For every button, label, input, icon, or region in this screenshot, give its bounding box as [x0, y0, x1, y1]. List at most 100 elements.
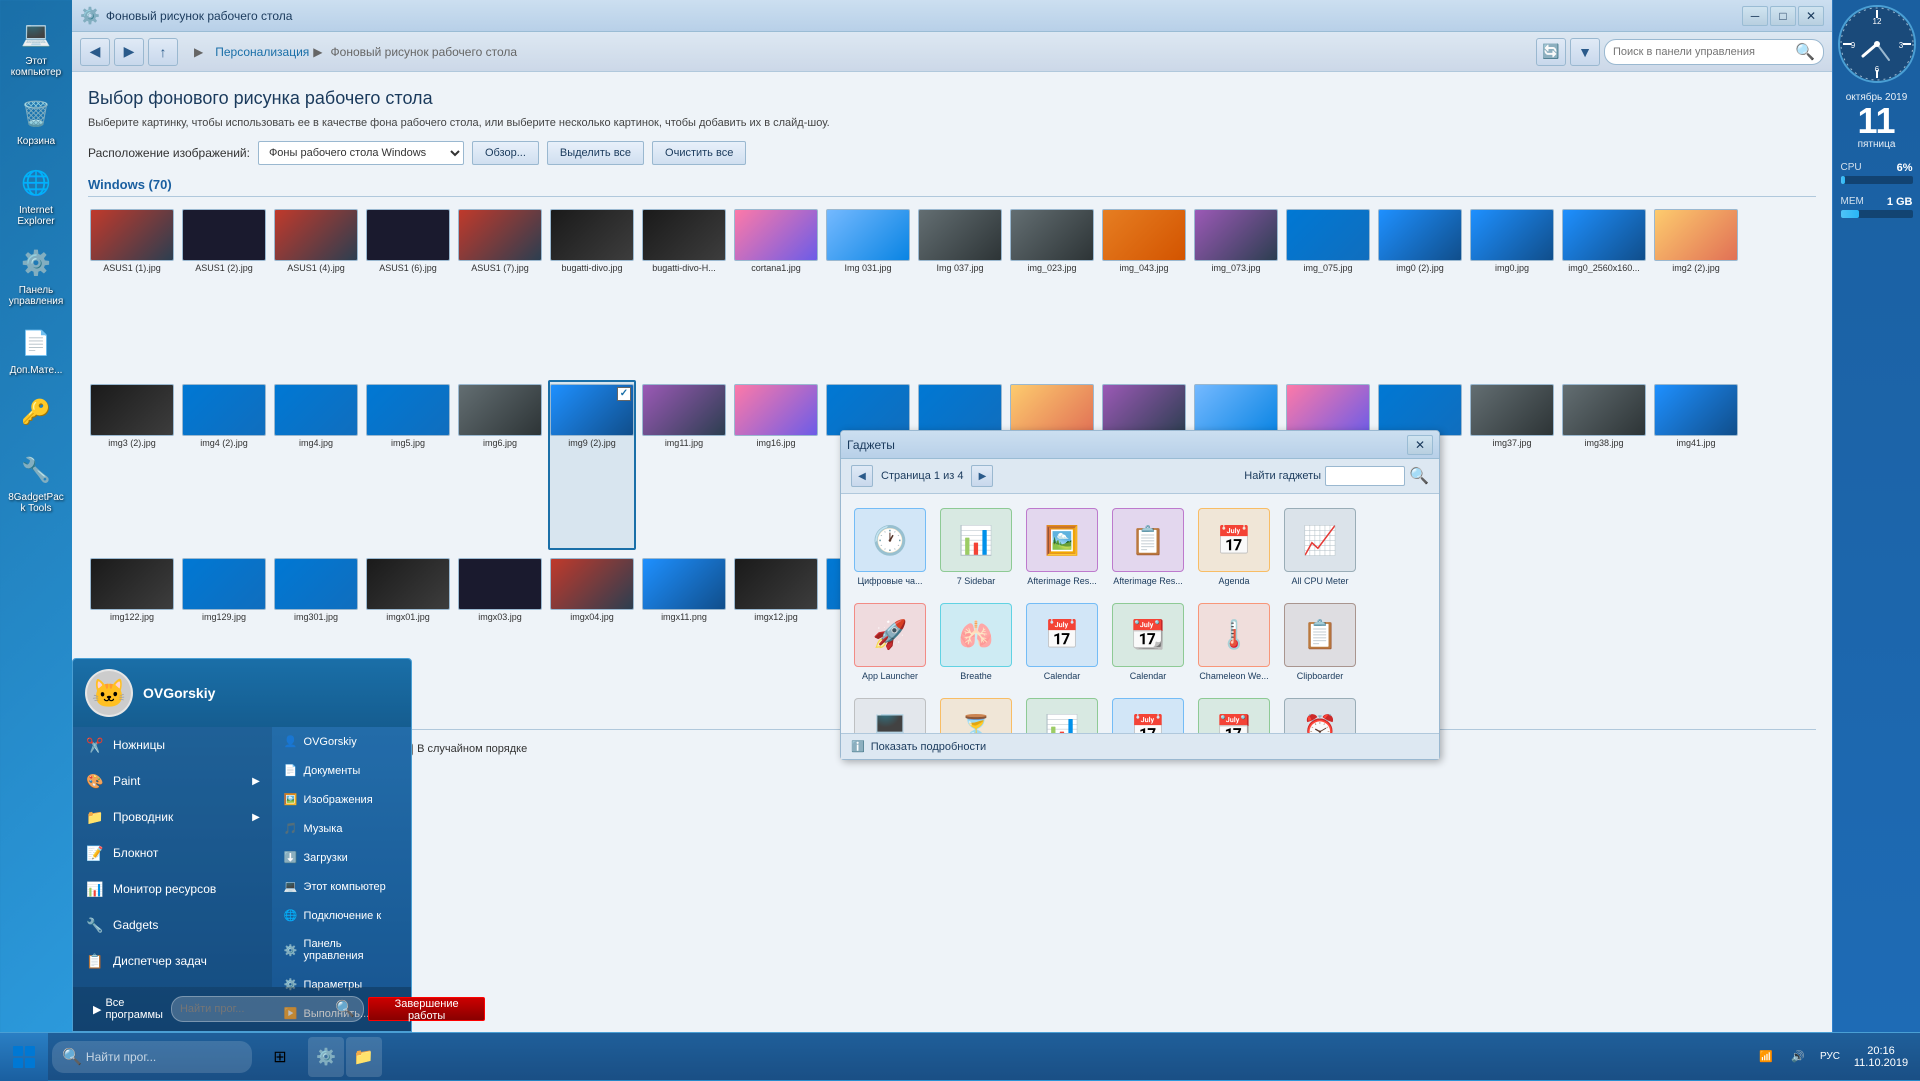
start-item-gadgets[interactable]: 🔧 Gadgets	[73, 907, 272, 943]
tray-network-icon[interactable]: 📶	[1750, 1041, 1782, 1073]
start-item-paint[interactable]: 🎨 Paint ▶	[73, 763, 272, 799]
recent-button[interactable]: ▼	[1570, 38, 1600, 66]
gadgets-search-icon[interactable]: 🔍	[1409, 466, 1429, 486]
image-location-select[interactable]: Фоны рабочего стола Windows	[258, 141, 464, 165]
tray-volume-icon[interactable]: 🔊	[1782, 1041, 1814, 1073]
desktop-icon-ie[interactable]: 🌐 Internet Explorer	[4, 159, 68, 231]
start-right-images[interactable]: 🖼️ Изображения	[272, 785, 411, 814]
wallpaper-item-img0[interactable]: img0.jpg	[1468, 205, 1556, 376]
all-programs-button[interactable]: ▶ Все программы	[85, 993, 171, 1025]
wallpaper-item-imgx04[interactable]: imgx04.jpg	[548, 554, 636, 725]
maximize-button[interactable]: □	[1770, 6, 1796, 26]
tray-clock[interactable]: 20:16 11.10.2019	[1846, 1037, 1916, 1077]
start-search-input[interactable]	[180, 1003, 335, 1015]
wallpaper-item-asus1_6[interactable]: ASUS1 (6).jpg	[364, 205, 452, 376]
gadget-item-controlsystem[interactable]: 🖥️Control System	[851, 694, 929, 733]
gadgets-search-input[interactable]	[1325, 466, 1405, 486]
search-input[interactable]	[1613, 46, 1795, 58]
wallpaper-item-img0_2[interactable]: img0 (2).jpg	[1376, 205, 1464, 376]
gadget-item-clock[interactable]: 🕐Цифровые ча...	[851, 504, 929, 591]
wallpaper-item-asus1_4[interactable]: ASUS1 (4).jpg	[272, 205, 360, 376]
gadgets-close-button[interactable]: ✕	[1407, 435, 1433, 455]
wallpaper-item-asus1_1[interactable]: ASUS1 (1).jpg	[88, 205, 176, 376]
wallpaper-item-asus1_2[interactable]: ASUS1 (2).jpg	[180, 205, 268, 376]
refresh-button[interactable]: 🔄	[1536, 38, 1566, 66]
wallpaper-item-img5[interactable]: img5.jpg	[364, 380, 452, 551]
up-button[interactable]: ↑	[148, 38, 178, 66]
start-right-computer[interactable]: 💻 Этот компьютер	[272, 872, 411, 901]
wallpaper-item-imgx12[interactable]: imgx12.jpg	[732, 554, 820, 725]
start-right-documents[interactable]: 📄 Документы	[272, 756, 411, 785]
select-all-button[interactable]: Выделить все	[547, 141, 644, 165]
task-view-button[interactable]: ⊞	[260, 1037, 300, 1077]
search-icon[interactable]: 🔍	[1795, 42, 1815, 62]
wallpaper-item-bugatti[interactable]: bugatti-divo.jpg	[548, 205, 636, 376]
start-item-taskmgr[interactable]: 📋 Диспетчер задач	[73, 943, 272, 979]
wallpaper-item-img023[interactable]: img_023.jpg	[1008, 205, 1096, 376]
gadget-item-afterimage2[interactable]: 📋Afterimage Res...	[1109, 504, 1187, 591]
gadget-item-calendar2[interactable]: 📆Calendar	[1109, 599, 1187, 686]
tray-lang-icon[interactable]: РУС	[1814, 1041, 1846, 1073]
shutdown-button[interactable]: Завершение работы	[368, 997, 485, 1021]
desktop-icon-docs[interactable]: 📄 Доп.Мате...	[4, 319, 68, 380]
gadget-item-countdown[interactable]: ⏳Countdown	[937, 694, 1015, 733]
wallpaper-item-img4_2[interactable]: img4 (2).jpg	[180, 380, 268, 551]
desktop-icon-keys[interactable]: 🔑	[4, 388, 68, 438]
gadget-item-customcal1[interactable]: 📅Custom Calendar	[1109, 694, 1187, 733]
gadget-item-cpuutil[interactable]: 📊CPU Utilization	[1023, 694, 1101, 733]
start-item-scissors[interactable]: ✂️ Ножницы	[73, 727, 272, 763]
start-item-monitor[interactable]: 📊 Монитор ресурсов	[73, 871, 272, 907]
back-button[interactable]: ◀	[80, 38, 110, 66]
browse-button[interactable]: Обзор...	[472, 141, 539, 165]
wallpaper-item-img37[interactable]: img37.jpg	[1468, 380, 1556, 551]
taskbar-controlpanel-app[interactable]: ⚙️	[308, 1037, 344, 1077]
gadget-item-cpumeter[interactable]: 📈All CPU Meter	[1281, 504, 1359, 591]
gadgets-footer[interactable]: ℹ️ Показать подробности	[841, 733, 1439, 759]
wallpaper-item-imgx03[interactable]: imgx03.jpg	[456, 554, 544, 725]
gadget-item-datetime[interactable]: ⏰Date & Time	[1281, 694, 1359, 733]
start-right-controlpanel[interactable]: ⚙️ Панель управления	[272, 930, 411, 970]
wallpaper-item-img11[interactable]: img11.jpg	[640, 380, 728, 551]
wallpaper-item-img4[interactable]: img4.jpg	[272, 380, 360, 551]
start-item-explorer[interactable]: 📁 Проводник ▶	[73, 799, 272, 835]
desktop-icon-computer[interactable]: 💻 Этот компьютер	[4, 10, 68, 82]
start-item-notepad[interactable]: 📝 Блокнот	[73, 835, 272, 871]
gadget-item-customcal2[interactable]: 📆Custom Calendar	[1195, 694, 1273, 733]
taskbar-explorer-app[interactable]: 📁	[346, 1037, 382, 1077]
gadget-item-chameleon[interactable]: 🌡️Chameleon We...	[1195, 599, 1273, 686]
wallpaper-item-img073[interactable]: img_073.jpg	[1192, 205, 1280, 376]
wallpaper-item-img2_2[interactable]: img2 (2).jpg	[1652, 205, 1740, 376]
wallpaper-item-cortana[interactable]: cortana1.jpg	[732, 205, 820, 376]
gadget-item-breathe[interactable]: 🫁Breathe	[937, 599, 1015, 686]
wallpaper-item-bugatti_h[interactable]: bugatti-divo-H...	[640, 205, 728, 376]
wallpaper-item-asus1_7[interactable]: ASUS1 (7).jpg	[456, 205, 544, 376]
wallpaper-item-img3_2[interactable]: img3 (2).jpg	[88, 380, 176, 551]
close-button[interactable]: ✕	[1798, 6, 1824, 26]
gadget-item-sidebar[interactable]: 📊7 Sidebar	[937, 504, 1015, 591]
wallpaper-item-img0_2560[interactable]: img0_2560x160...	[1560, 205, 1648, 376]
wallpaper-item-img38[interactable]: img38.jpg	[1560, 380, 1648, 551]
wallpaper-item-img9_2[interactable]: ✓img9 (2).jpg	[548, 380, 636, 551]
breadcrumb-personalization[interactable]: Персонализация	[215, 45, 309, 59]
wallpaper-item-img075[interactable]: img_075.jpg	[1284, 205, 1372, 376]
desktop-icon-recycle[interactable]: 🗑️ Корзина	[4, 90, 68, 151]
wallpaper-item-imgx11[interactable]: imgx11.png	[640, 554, 728, 725]
start-right-connect[interactable]: 🌐 Подключение к	[272, 901, 411, 930]
wallpaper-item-img037[interactable]: Img 037.jpg	[916, 205, 1004, 376]
start-right-user[interactable]: 👤 OVGorskiy	[272, 727, 411, 756]
start-button[interactable]	[0, 1033, 48, 1081]
wallpaper-item-img41[interactable]: img41.jpg	[1652, 380, 1740, 551]
wallpaper-item-img043[interactable]: img_043.jpg	[1100, 205, 1188, 376]
gadget-item-clipboarder[interactable]: 📋Clipboarder	[1281, 599, 1359, 686]
minimize-button[interactable]: ─	[1742, 6, 1768, 26]
wallpaper-item-img6[interactable]: img6.jpg	[456, 380, 544, 551]
taskbar-search-input[interactable]	[86, 1050, 242, 1064]
desktop-icon-panel[interactable]: ⚙️ Панель управления	[4, 239, 68, 311]
desktop-icon-gadgetpack[interactable]: 🔧 8GadgetPac k Tools	[4, 446, 68, 518]
gadget-item-calendar1[interactable]: 📅Calendar	[1023, 599, 1101, 686]
gadget-item-applauncher[interactable]: 🚀App Launcher	[851, 599, 929, 686]
wallpaper-item-img031[interactable]: Img 031.jpg	[824, 205, 912, 376]
start-right-music[interactable]: 🎵 Музыка	[272, 814, 411, 843]
start-right-downloads[interactable]: ⬇️ Загрузки	[272, 843, 411, 872]
gadgets-next-button[interactable]: ▶	[971, 465, 993, 487]
